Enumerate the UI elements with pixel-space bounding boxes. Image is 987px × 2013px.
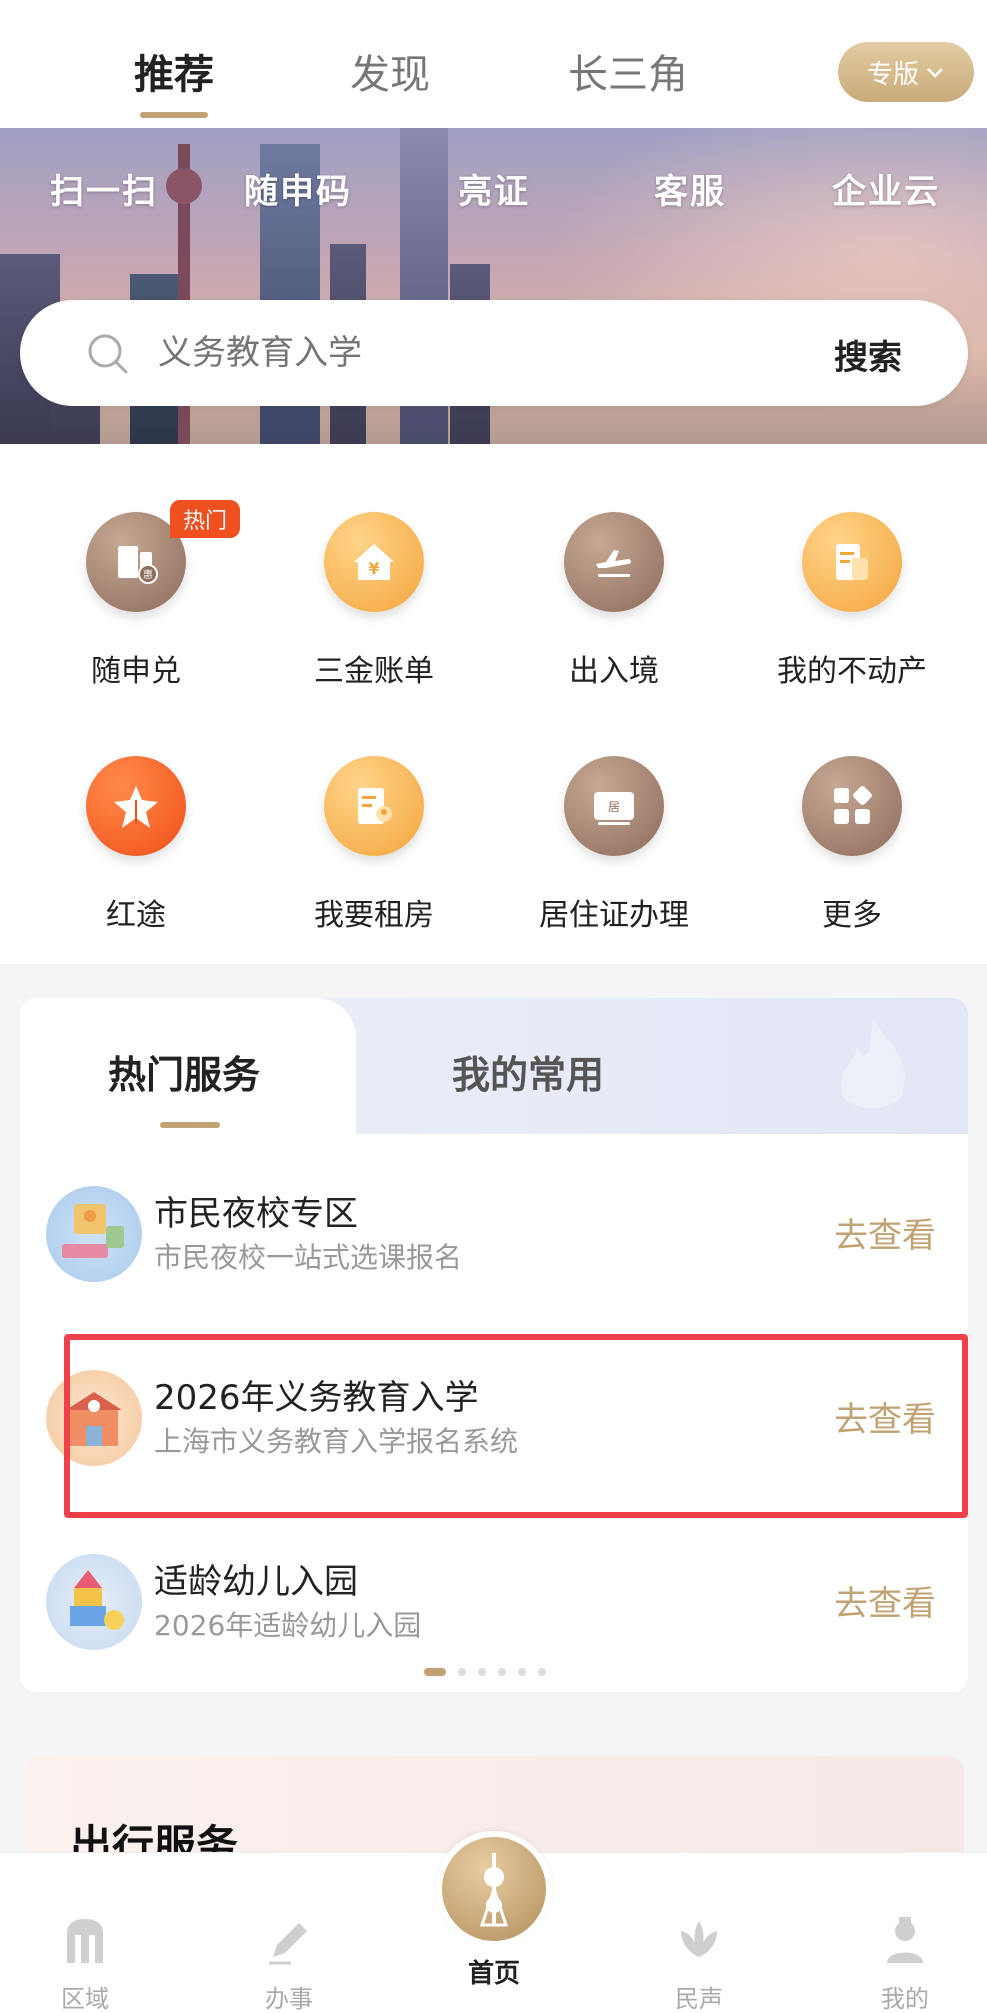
grid-label: 随申兑 <box>91 654 181 689</box>
nav-label: 首页 <box>467 1959 520 1989</box>
svg-text:¥: ¥ <box>368 559 379 578</box>
grid-item-red-route[interactable]: 红途 <box>16 756 256 934</box>
carousel-dot <box>538 1668 546 1676</box>
grid-item-more[interactable]: 更多 <box>732 756 972 934</box>
id-card-icon: 居 <box>564 756 664 856</box>
night-school-thumbnail <box>46 1186 142 1282</box>
service-row[interactable]: 适龄幼儿入园 2026年适龄幼儿入园 去查看 <box>20 1542 968 1662</box>
view-link[interactable]: 去查看 <box>834 1208 936 1257</box>
quick-link-scan[interactable]: 扫一扫 <box>50 164 158 213</box>
grid-item-sanjin-bill[interactable]: ¥ 三金账单 <box>254 512 494 690</box>
grid-label: 居住证办理 <box>539 898 689 933</box>
carousel-dot-active <box>424 1668 446 1676</box>
service-row[interactable]: 市民夜校专区 市民夜校一站式选课报名 去查看 <box>20 1174 968 1294</box>
search-bar[interactable]: 搜索 <box>20 300 968 406</box>
tab-yangtze-delta[interactable]: 长三角 <box>568 42 688 100</box>
nav-feedback[interactable]: 民声 <box>634 1913 764 2013</box>
user-icon <box>887 1917 923 1963</box>
nav-services[interactable]: 办事 <box>224 1913 354 2013</box>
grid-item-residence-permit[interactable]: 居 居住证办理 <box>494 756 734 934</box>
carousel-dot <box>518 1668 526 1676</box>
search-input[interactable] <box>158 330 718 376</box>
tab-recommend[interactable]: 推荐 <box>134 42 214 100</box>
service-subtitle: 市民夜校一站式选课报名 <box>154 1241 463 1274</box>
view-link[interactable]: 去查看 <box>834 1576 936 1625</box>
carousel-dot <box>458 1668 466 1676</box>
red-star-icon <box>86 756 186 856</box>
quick-link-show-id[interactable]: 亮证 <box>458 164 530 213</box>
edition-button[interactable]: 专版 <box>838 42 974 102</box>
banner-tower-sphere <box>166 168 202 204</box>
magnolia-icon <box>681 1921 717 1957</box>
pen-icon <box>269 1923 307 1965</box>
app-page: 推荐 发现 长三角 专版 扫一扫 随申码 亮证 客服 企业云 搜索 <box>0 0 987 2013</box>
search-icon <box>88 334 128 374</box>
bottom-nav: 区域 办事 首页 民声 我的 <box>0 1831 987 2013</box>
tab-hot-services-label[interactable]: 热门服务 <box>108 1044 260 1099</box>
nav-label: 我的 <box>881 1985 929 2013</box>
service-tab-indicator <box>160 1122 220 1128</box>
search-button[interactable]: 搜索 <box>834 330 902 379</box>
flame-icon <box>840 1018 905 1108</box>
highlight-annotation <box>64 1334 968 1518</box>
grid-label: 更多 <box>822 898 882 933</box>
nav-region[interactable]: 区域 <box>20 1913 150 2013</box>
grid-item-exit-entry[interactable]: 出入境 <box>494 512 734 690</box>
grid-label: 出入境 <box>569 654 659 689</box>
grid-item-suishendui[interactable]: 惠 随申兑 <box>16 512 256 690</box>
rental-document-icon <box>324 756 424 856</box>
hot-badge: 热门 <box>170 500 240 538</box>
svg-text:惠: 惠 <box>143 568 153 581</box>
quick-link-enterprise-cloud[interactable]: 企业云 <box>832 164 940 213</box>
chevron-down-icon <box>927 68 943 78</box>
carousel-dot <box>478 1668 486 1676</box>
region-icon <box>67 1919 103 1963</box>
nav-mine[interactable]: 我的 <box>840 1913 970 2013</box>
property-document-icon <box>802 512 902 612</box>
more-apps-icon <box>802 756 902 856</box>
quick-link-health-code[interactable]: 随申码 <box>244 164 352 213</box>
quick-link-customer-service[interactable]: 客服 <box>654 164 726 213</box>
nav-home[interactable]: 首页 <box>412 1831 576 1990</box>
home-tower-icon <box>436 1831 552 1947</box>
grid-item-my-property[interactable]: 我的不动产 <box>732 512 972 690</box>
grid-item-rent-house[interactable]: 我要租房 <box>254 756 494 934</box>
airplane-icon <box>564 512 664 612</box>
svg-text:居: 居 <box>608 800 620 814</box>
tab-discover[interactable]: 发现 <box>350 42 430 100</box>
nav-label: 民声 <box>675 1985 723 2013</box>
nav-label: 区域 <box>61 1985 109 2013</box>
grid-label: 我的不动产 <box>777 654 927 689</box>
nav-label: 办事 <box>265 1985 313 2013</box>
grid-label: 我要租房 <box>314 898 434 933</box>
top-tab-bar: 推荐 发现 长三角 专版 <box>0 0 987 128</box>
carousel-dot <box>498 1668 506 1676</box>
tab-active-indicator <box>140 112 208 118</box>
edition-label: 专版 <box>866 59 919 90</box>
carousel-dots <box>424 1668 546 1676</box>
toy-blocks-thumbnail <box>46 1554 142 1650</box>
service-title: 适龄幼儿入园 <box>154 1562 358 1602</box>
house-yen-icon: ¥ <box>324 512 424 612</box>
service-title: 市民夜校专区 <box>154 1194 358 1234</box>
service-subtitle: 2026年适龄幼儿入园 <box>154 1609 422 1642</box>
grid-label: 三金账单 <box>314 654 434 689</box>
tab-my-common[interactable]: 我的常用 <box>452 1044 604 1099</box>
grid-label: 红途 <box>106 898 166 933</box>
